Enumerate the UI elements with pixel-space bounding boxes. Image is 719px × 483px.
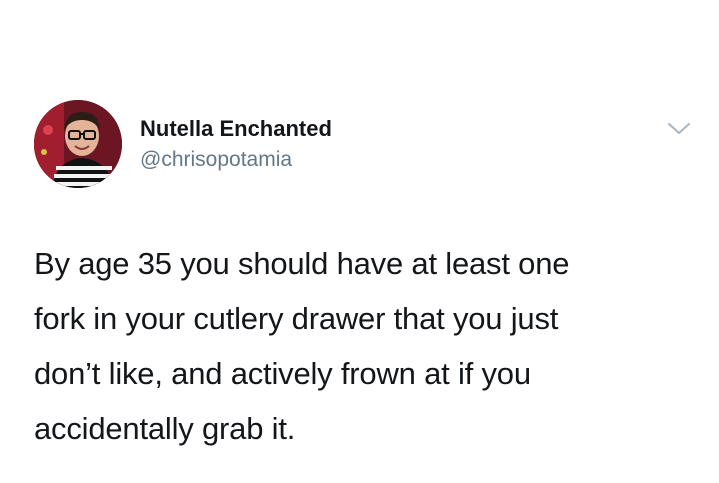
avatar[interactable] [34,100,122,188]
tweet-text-line: accidentally grab it. [34,411,296,446]
tweet-text: By age 35 you should have at least one f… [34,236,694,456]
user-handle[interactable]: @chrisopotamia [140,148,292,172]
chevron-down-icon[interactable] [666,120,692,138]
avatar-image [34,100,122,188]
tweet-text-line: don’t like, and actively frown at if you [34,356,531,391]
display-name[interactable]: Nutella Enchanted [140,116,332,142]
tweet-text-line: fork in your cutlery drawer that you jus… [34,301,559,336]
tweet-card: Nutella Enchanted @chrisopotamia By age … [0,0,719,483]
tweet-text-line: By age 35 you should have at least one [34,246,570,281]
